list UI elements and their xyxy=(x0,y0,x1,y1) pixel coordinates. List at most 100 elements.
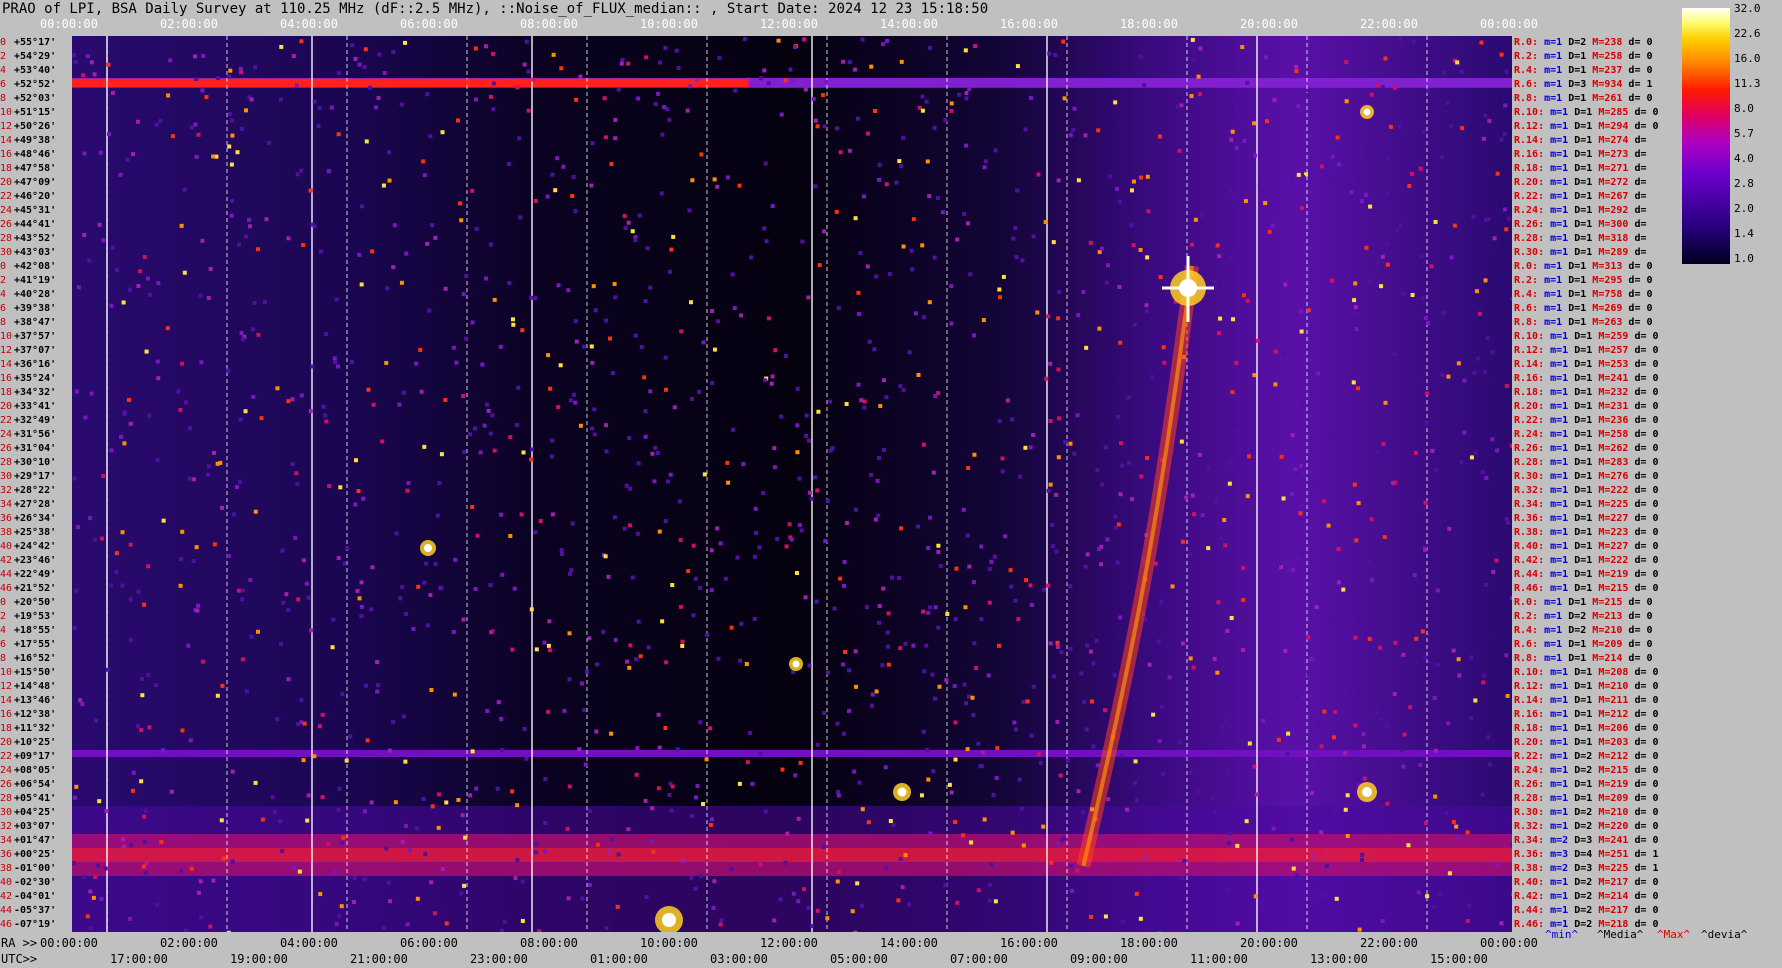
noise-pixel xyxy=(553,188,558,193)
noise-pixel xyxy=(1008,568,1013,573)
noise-pixel xyxy=(206,472,211,477)
row-stat-field: R.36: xyxy=(1514,513,1551,524)
noise-pixel xyxy=(1068,584,1073,589)
noise-pixel xyxy=(1252,764,1257,769)
noise-pixel xyxy=(1337,162,1342,167)
declination-value: +47°09' xyxy=(14,177,57,188)
declination-value: +13°46' xyxy=(14,695,57,706)
row-index: 6 xyxy=(0,639,7,650)
noise-pixel xyxy=(127,287,132,292)
noise-pixel xyxy=(1357,927,1362,932)
noise-pixel xyxy=(1196,74,1201,79)
row-stat-field: M=225 xyxy=(1598,863,1635,874)
noise-pixel xyxy=(1075,868,1080,873)
noise-pixel xyxy=(230,769,235,774)
noise-pixel xyxy=(901,244,906,249)
row-stat-field: D=1 xyxy=(1574,499,1599,510)
noise-pixel xyxy=(406,481,411,486)
noise-pixel xyxy=(1276,737,1281,742)
row-stat-field: d= 0 xyxy=(1634,751,1659,762)
row-stat-field: D=1 xyxy=(1574,569,1599,580)
noise-pixel xyxy=(701,340,706,345)
noise-pixel xyxy=(1012,720,1017,725)
row-stat-field: m=1 xyxy=(1550,429,1575,440)
noise-pixel xyxy=(763,161,768,166)
noise-pixel xyxy=(719,918,724,923)
declination-value: +18°55' xyxy=(14,625,57,636)
noise-pixel xyxy=(194,77,199,82)
bright-source-core xyxy=(897,787,907,797)
row-stat-field: d= 0 xyxy=(1628,275,1653,286)
row-stat-field: R.28: xyxy=(1514,793,1551,804)
noise-pixel xyxy=(715,526,720,531)
noise-pixel xyxy=(919,793,924,798)
row-stat-field: m=1 xyxy=(1550,121,1575,132)
noise-pixel xyxy=(299,168,304,173)
noise-pixel xyxy=(966,694,971,699)
noise-pixel xyxy=(1333,808,1338,813)
noise-pixel xyxy=(909,248,914,253)
noise-pixel xyxy=(590,360,595,365)
noise-pixel xyxy=(1343,751,1348,756)
noise-pixel xyxy=(491,107,496,112)
noise-pixel xyxy=(1327,173,1332,178)
row-stat-field: D=1 xyxy=(1574,135,1599,146)
noise-pixel xyxy=(387,748,392,753)
noise-pixel xyxy=(1179,439,1184,444)
declination-value: +32°49' xyxy=(14,415,57,426)
row-index: 26 xyxy=(0,219,13,230)
noise-pixel xyxy=(440,130,445,135)
noise-pixel xyxy=(294,471,299,476)
noise-pixel xyxy=(856,382,861,387)
row-stat-field: D=1 xyxy=(1574,331,1599,342)
declination-value: +22°49' xyxy=(14,569,57,580)
noise-pixel xyxy=(1094,638,1099,643)
declination-value: +06°54' xyxy=(14,779,57,790)
noise-pixel xyxy=(1462,378,1467,383)
noise-pixel xyxy=(1285,751,1290,756)
noise-pixel xyxy=(679,329,684,334)
noise-pixel xyxy=(1240,45,1245,50)
noise-pixel xyxy=(251,327,256,332)
noise-pixel xyxy=(1219,536,1224,541)
declination-row-label: 2 +41°19' xyxy=(0,274,72,288)
noise-pixel xyxy=(350,43,355,48)
row-stat-field: R.16: xyxy=(1514,149,1551,160)
noise-pixel xyxy=(924,99,929,104)
noise-pixel xyxy=(573,209,578,214)
noise-pixel xyxy=(1457,673,1462,678)
noise-pixel xyxy=(620,57,625,62)
noise-pixel xyxy=(983,159,988,164)
row-index: 8 xyxy=(0,653,7,664)
row-stat-field: R.4: xyxy=(1514,65,1545,76)
bright-source-core xyxy=(792,660,800,668)
noise-pixel xyxy=(854,684,859,689)
noise-pixel xyxy=(1225,629,1230,634)
noise-pixel xyxy=(309,628,314,633)
noise-pixel xyxy=(897,159,902,164)
noise-pixel xyxy=(1442,70,1447,75)
noise-pixel xyxy=(169,789,174,794)
noise-pixel xyxy=(1385,801,1390,806)
noise-pixel xyxy=(852,67,857,72)
noise-pixel xyxy=(72,476,77,481)
noise-pixel xyxy=(215,693,220,698)
noise-pixel xyxy=(194,154,199,159)
noise-pixel xyxy=(788,67,793,72)
noise-pixel xyxy=(1322,709,1327,714)
noise-pixel xyxy=(1440,372,1445,377)
noise-pixel xyxy=(1449,124,1454,129)
noise-pixel xyxy=(1227,481,1232,486)
noise-pixel xyxy=(615,904,620,909)
row-stat: R.16: m=1 D=1 M=212 d= 0 xyxy=(1514,708,1659,722)
noise-pixel xyxy=(114,551,119,556)
noise-pixel xyxy=(1456,361,1461,366)
noise-pixel xyxy=(949,321,954,326)
noise-pixel xyxy=(1393,640,1398,645)
noise-pixel xyxy=(989,862,994,867)
noise-pixel xyxy=(582,344,587,349)
noise-pixel xyxy=(663,519,668,524)
noise-pixel xyxy=(584,669,589,674)
row-stat-field: d= 0 xyxy=(1634,569,1659,580)
noise-pixel xyxy=(609,731,614,736)
